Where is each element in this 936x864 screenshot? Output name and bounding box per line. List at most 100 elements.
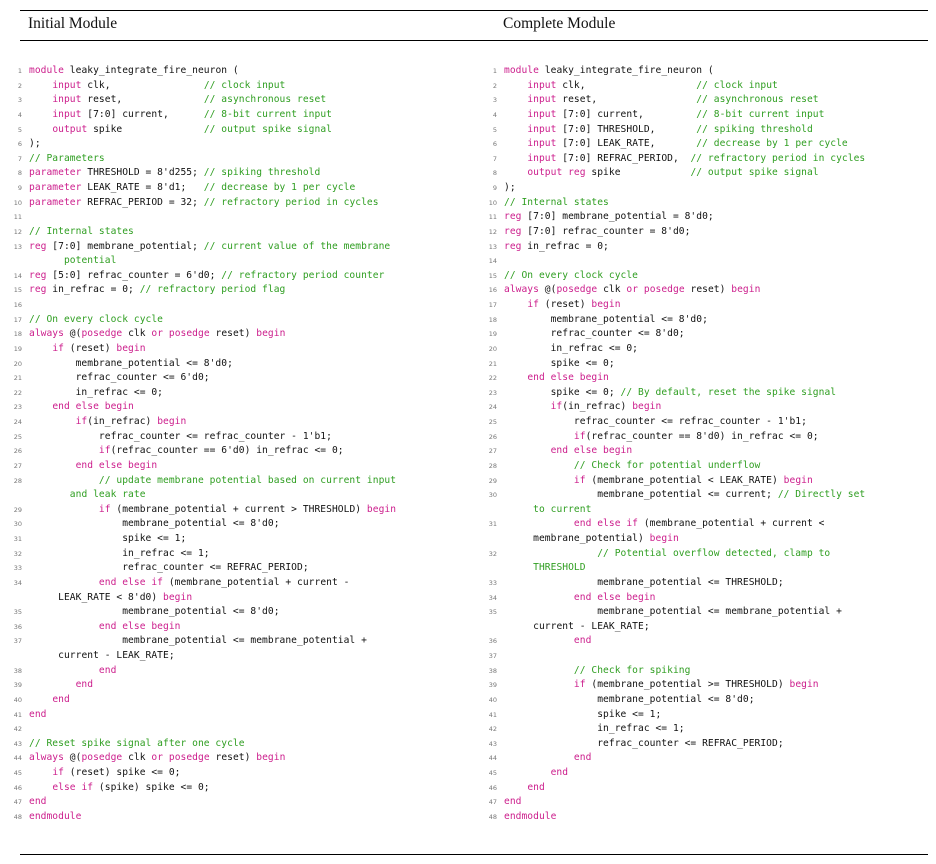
keyword-token: input: [527, 138, 557, 150]
top-rule: [20, 10, 928, 11]
keyword-token: if: [98, 445, 111, 457]
line-number: 18: [13, 330, 22, 339]
code-token: refrac_counter <= refrac_counter - 1'b1;: [504, 416, 807, 427]
code-token: (reset): [538, 299, 592, 310]
code-token: reset): [684, 284, 732, 296]
code-line: 23 spike <= 0; // By default, reset the …: [483, 386, 928, 401]
keyword-token: input: [527, 94, 557, 106]
code-text: input clk, // clock input: [504, 79, 928, 94]
code-line: 18 always @(posedge clk or posedge reset)…: [8, 327, 468, 342]
code-token: @(: [63, 752, 82, 764]
line-number: 22: [13, 388, 22, 397]
keyword-token: input: [527, 152, 557, 164]
comment-token: // asynchronous reset: [203, 94, 327, 106]
code-line: 6 input [7:0] LEAK_RATE, // decrease by …: [483, 137, 928, 152]
code-line: 21 refrac_counter <= 6'd0;: [8, 371, 468, 386]
code-token: (refrac_counter == 8'd0) in_refrac <= 0;: [585, 430, 819, 442]
code-line: 14: [483, 254, 928, 269]
line-number: 7: [17, 154, 22, 163]
keyword-token: posedge: [168, 328, 210, 340]
code-token: in_refrac = 0;: [46, 284, 140, 296]
code-line: 42: [8, 722, 468, 737]
keyword-token: begin: [256, 752, 286, 764]
code-token: spike <= 0;: [504, 386, 621, 398]
code-line: 41 end: [8, 708, 468, 723]
code-text: output reg spike // output spike signal: [504, 166, 928, 181]
code-text: membrane_potential <= 8'd0;: [29, 357, 468, 372]
code-text: endmodule: [29, 810, 468, 825]
keyword-token: begin: [632, 401, 662, 413]
keyword-token: end else begin: [52, 401, 134, 413]
line-number: 27: [13, 461, 22, 470]
code-line: 46 end: [483, 781, 928, 796]
code-text: input [7:0] current, // 8-bit current in…: [29, 108, 468, 123]
line-number: 41: [13, 710, 22, 719]
code-line: 28 // Check for potential underflow: [483, 459, 928, 474]
line-number: 11: [488, 213, 497, 222]
code-line: 32 // Potential overflow detected, clamp…: [483, 547, 928, 576]
code-line: 3 input reset, // asynchronous reset: [8, 93, 468, 108]
code-text: reg [7:0] membrane_potential = 8'd0;: [504, 210, 928, 225]
line-number: 25: [13, 432, 22, 441]
code-text: // update membrane potential based on cu…: [29, 474, 468, 503]
comment-token: // refractory period counter: [221, 269, 385, 281]
code-line: 45 if (reset) spike <= 0;: [8, 766, 468, 781]
code-text: reg [5:0] refrac_counter = 6'd0; // refr…: [29, 269, 468, 284]
keyword-token: if: [75, 416, 88, 427]
code-line: 44 always @(posedge clk or posedge reset)…: [8, 751, 468, 766]
line-number: 30: [488, 491, 497, 500]
code-line: 30 membrane_potential <= current; // Dir…: [483, 488, 928, 517]
code-text: reg in_refrac = 0; // refractory period …: [29, 283, 468, 298]
code-line: 43 refrac_counter <= REFRAC_PERIOD;: [483, 737, 928, 752]
code-line: 13 reg in_refrac = 0;: [483, 240, 928, 255]
keyword-token: end: [98, 664, 117, 676]
code-line: 5 input [7:0] THRESHOLD, // spiking thre…: [483, 123, 928, 138]
keyword-token: end else if: [573, 518, 639, 530]
code-token: membrane_potential <= 8'd0;: [29, 518, 280, 530]
code-line: 47 end: [8, 795, 468, 810]
keyword-token: end: [52, 693, 70, 705]
line-number: 29: [13, 505, 22, 514]
code-token: [7:0] membrane_potential = 8'd0;: [521, 211, 714, 223]
line-number: 28: [13, 476, 22, 485]
line-number: 39: [13, 681, 22, 690]
comment-token: // Parameters: [29, 152, 105, 164]
code-line: 3 input reset, // asynchronous reset: [483, 93, 928, 108]
code-token: in_refrac <= 1;: [29, 547, 210, 559]
code-line: 11: [8, 210, 468, 225]
line-number: 5: [492, 125, 497, 134]
keyword-token: end: [527, 781, 545, 793]
line-number: 2: [492, 81, 497, 90]
code-line: 14 reg [5:0] refrac_counter = 6'd0; // re…: [8, 269, 468, 284]
code-text: in_refrac <= 1;: [29, 547, 468, 562]
line-number: 20: [488, 344, 497, 353]
code-token: clk,: [81, 79, 204, 91]
keyword-token: output: [52, 123, 88, 135]
code-text: module leaky_integrate_fire_neuron (: [29, 64, 468, 79]
line-number: 16: [488, 286, 497, 295]
code-token: reset): [209, 328, 257, 340]
comment-token: // output spike signal: [203, 123, 332, 135]
code-line: 8 output reg spike // output spike signa…: [483, 166, 928, 181]
code-text: end: [504, 795, 928, 810]
line-number: 30: [13, 520, 22, 529]
keyword-token: begin: [157, 416, 187, 427]
comment-token: // Reset spike signal after one cycle: [29, 737, 245, 749]
line-number: 14: [13, 271, 22, 280]
code-token: (reset): [63, 342, 117, 354]
line-number: 40: [13, 695, 22, 704]
line-number: 3: [17, 96, 22, 105]
keyword-token: or: [151, 328, 164, 340]
line-number: 31: [13, 535, 22, 543]
code-line: 29 if (membrane_potential < LEAK_RATE) b…: [483, 474, 928, 489]
